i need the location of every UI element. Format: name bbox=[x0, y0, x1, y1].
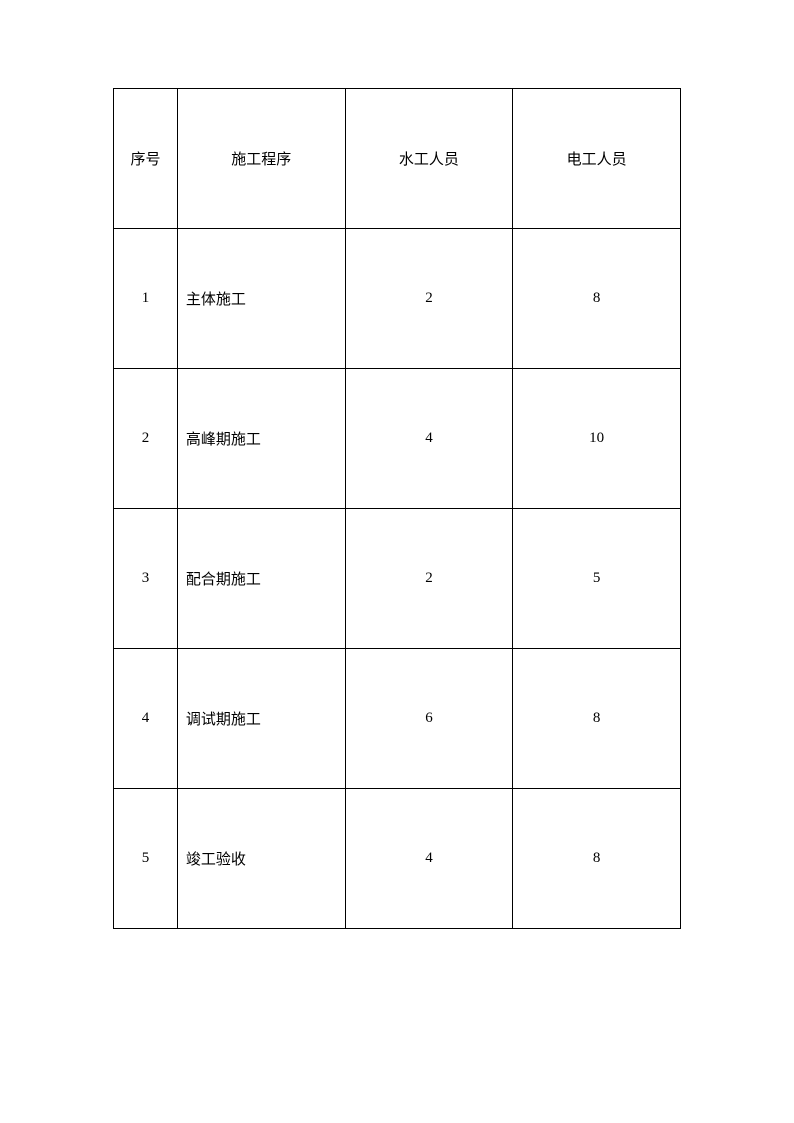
table-row: 5 竣工验收 4 8 bbox=[114, 789, 681, 929]
cell-elec: 8 bbox=[513, 649, 681, 789]
cell-seq: 1 bbox=[114, 229, 178, 369]
cell-elec: 8 bbox=[513, 229, 681, 369]
cell-proc: 调试期施工 bbox=[177, 649, 345, 789]
table-row: 3 配合期施工 2 5 bbox=[114, 509, 681, 649]
header-water: 水工人员 bbox=[345, 89, 513, 229]
cell-proc: 高峰期施工 bbox=[177, 369, 345, 509]
cell-seq: 2 bbox=[114, 369, 178, 509]
table-header-row: 序号 施工程序 水工人员 电工人员 bbox=[114, 89, 681, 229]
staffing-table: 序号 施工程序 水工人员 电工人员 1 主体施工 2 8 2 高峰期施工 4 1… bbox=[113, 88, 681, 929]
cell-elec: 10 bbox=[513, 369, 681, 509]
cell-elec: 5 bbox=[513, 509, 681, 649]
cell-water: 6 bbox=[345, 649, 513, 789]
cell-proc: 配合期施工 bbox=[177, 509, 345, 649]
cell-seq: 3 bbox=[114, 509, 178, 649]
cell-seq: 5 bbox=[114, 789, 178, 929]
cell-proc: 主体施工 bbox=[177, 229, 345, 369]
cell-water: 4 bbox=[345, 789, 513, 929]
cell-water: 2 bbox=[345, 509, 513, 649]
cell-water: 4 bbox=[345, 369, 513, 509]
cell-elec: 8 bbox=[513, 789, 681, 929]
header-proc: 施工程序 bbox=[177, 89, 345, 229]
cell-seq: 4 bbox=[114, 649, 178, 789]
cell-water: 2 bbox=[345, 229, 513, 369]
table-row: 2 高峰期施工 4 10 bbox=[114, 369, 681, 509]
table-row: 1 主体施工 2 8 bbox=[114, 229, 681, 369]
header-seq: 序号 bbox=[114, 89, 178, 229]
table-row: 4 调试期施工 6 8 bbox=[114, 649, 681, 789]
header-elec: 电工人员 bbox=[513, 89, 681, 229]
cell-proc: 竣工验收 bbox=[177, 789, 345, 929]
